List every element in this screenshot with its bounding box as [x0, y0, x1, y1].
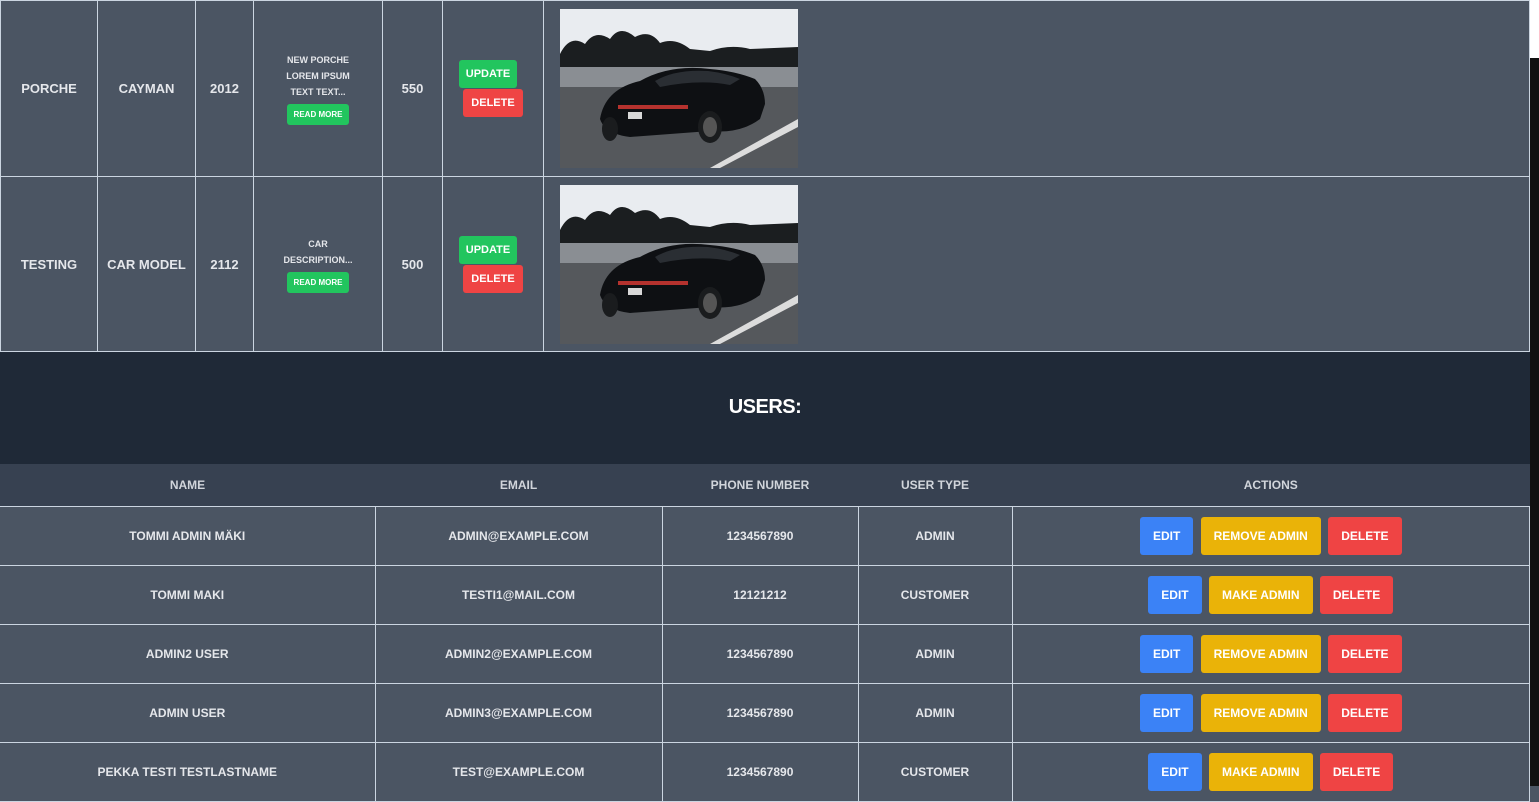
column-header-phone: Phone number	[662, 464, 858, 507]
column-header-user-type: User type	[858, 464, 1012, 507]
user-email: admin3@example.com	[374, 683, 663, 743]
user-row: Pekka Testi Testlastname test@example.co…	[0, 742, 1530, 802]
user-email: admin2@example.com	[374, 624, 663, 684]
user-name: Tommi Maki	[0, 565, 376, 625]
user-phone: 1234567890	[661, 506, 859, 566]
user-actions: Edit Remove admin Delete	[1011, 683, 1530, 743]
delete-button[interactable]: Delete	[463, 89, 523, 117]
edit-button[interactable]: Edit	[1139, 694, 1194, 732]
user-row: Admin2 User admin2@example.com 123456789…	[0, 624, 1530, 684]
car-description-cell: New porche lorem ipsum text text... Read…	[253, 0, 383, 177]
user-type: Customer	[857, 565, 1013, 625]
car-description: Car description...	[283, 238, 353, 265]
car-image-cell	[543, 0, 1530, 177]
user-phone: 1234567890	[661, 683, 859, 743]
car-row: Testing Car model 2112 Car description..…	[0, 176, 1530, 352]
user-name: Tommi Admin Mäki	[0, 506, 376, 566]
car-brand: Testing	[0, 176, 98, 352]
delete-button[interactable]: Delete	[463, 264, 523, 293]
car-price: 500	[382, 176, 443, 352]
user-actions: Edit Make admin Delete	[1011, 565, 1530, 625]
remove-admin-button[interactable]: Remove admin	[1200, 635, 1321, 673]
user-type: Admin	[857, 624, 1013, 684]
car-description: New porche lorem ipsum text text...	[286, 55, 350, 97]
update-button[interactable]: Update	[458, 235, 518, 264]
user-phone: 12121212	[661, 565, 859, 625]
delete-button[interactable]: Delete	[1328, 694, 1402, 732]
remove-admin-button[interactable]: Remove admin	[1200, 517, 1321, 555]
car-row: Porche Cayman 2012 New porche lorem ipsu…	[0, 0, 1530, 177]
user-email: test@example.com	[374, 742, 663, 802]
delete-button[interactable]: Delete	[1328, 517, 1402, 555]
car-image-cell	[543, 176, 1530, 352]
car-year: 2012	[195, 0, 254, 177]
make-admin-button[interactable]: Make admin	[1208, 576, 1313, 614]
car-price: 550	[382, 0, 443, 177]
delete-button[interactable]: Delete	[1328, 635, 1402, 673]
cars-table: Porche Cayman 2012 New porche lorem ipsu…	[0, 0, 1530, 352]
user-actions: Edit Remove admin Delete	[1011, 624, 1530, 684]
car-brand: Porche	[0, 0, 98, 177]
car-image	[560, 9, 798, 168]
delete-button[interactable]: Delete	[1319, 753, 1394, 791]
user-row: Tommi Maki testi1@mail.com 12121212 Cust…	[0, 565, 1530, 625]
user-name: Pekka Testi Testlastname	[0, 742, 376, 802]
user-row: Admin User admin3@example.com 1234567890…	[0, 683, 1530, 743]
car-model: Cayman	[97, 0, 196, 177]
update-button[interactable]: Update	[458, 60, 518, 88]
user-type: Customer	[857, 742, 1013, 802]
scrollbar-thumb[interactable]	[1530, 58, 1539, 786]
users-title: Users:	[728, 396, 802, 418]
users-section-header: Users:	[0, 352, 1530, 464]
make-admin-button[interactable]: Make admin	[1208, 753, 1313, 791]
user-name: Admin2 User	[0, 624, 376, 684]
column-header-actions: Actions	[1012, 464, 1530, 507]
user-type: Admin	[857, 683, 1013, 743]
car-year: 2112	[195, 176, 254, 352]
user-actions: Edit Remove admin Delete	[1011, 506, 1530, 566]
user-actions: Edit Make admin Delete	[1011, 742, 1530, 802]
users-table: Name Email Phone number User type Action…	[0, 464, 1530, 802]
edit-button[interactable]: Edit	[1139, 517, 1194, 555]
read-more-button[interactable]: Read more	[286, 104, 350, 125]
user-phone: 1234567890	[661, 624, 859, 684]
edit-button[interactable]: Edit	[1139, 635, 1194, 673]
delete-button[interactable]: Delete	[1319, 576, 1394, 614]
remove-admin-button[interactable]: Remove admin	[1200, 694, 1321, 732]
column-header-email: Email	[375, 464, 662, 507]
car-image	[560, 185, 798, 344]
user-row: Tommi Admin Mäki admin@example.com 12345…	[0, 506, 1530, 566]
user-email: admin@example.com	[374, 506, 663, 566]
user-name: Admin User	[0, 683, 376, 743]
user-type: Admin	[857, 506, 1013, 566]
read-more-button[interactable]: Read more	[286, 271, 350, 293]
car-actions: Update Delete	[442, 176, 544, 352]
car-model: Car model	[97, 176, 196, 352]
column-header-name: Name	[0, 464, 375, 507]
edit-button[interactable]: Edit	[1148, 753, 1202, 791]
user-phone: 1234567890	[661, 742, 859, 802]
car-actions: Update Delete	[442, 0, 544, 177]
user-email: testi1@mail.com	[374, 565, 663, 625]
car-description-cell: Car description... Read more	[253, 176, 383, 352]
edit-button[interactable]: Edit	[1148, 576, 1202, 614]
users-header-row: Name Email Phone number User type Action…	[0, 464, 1530, 507]
